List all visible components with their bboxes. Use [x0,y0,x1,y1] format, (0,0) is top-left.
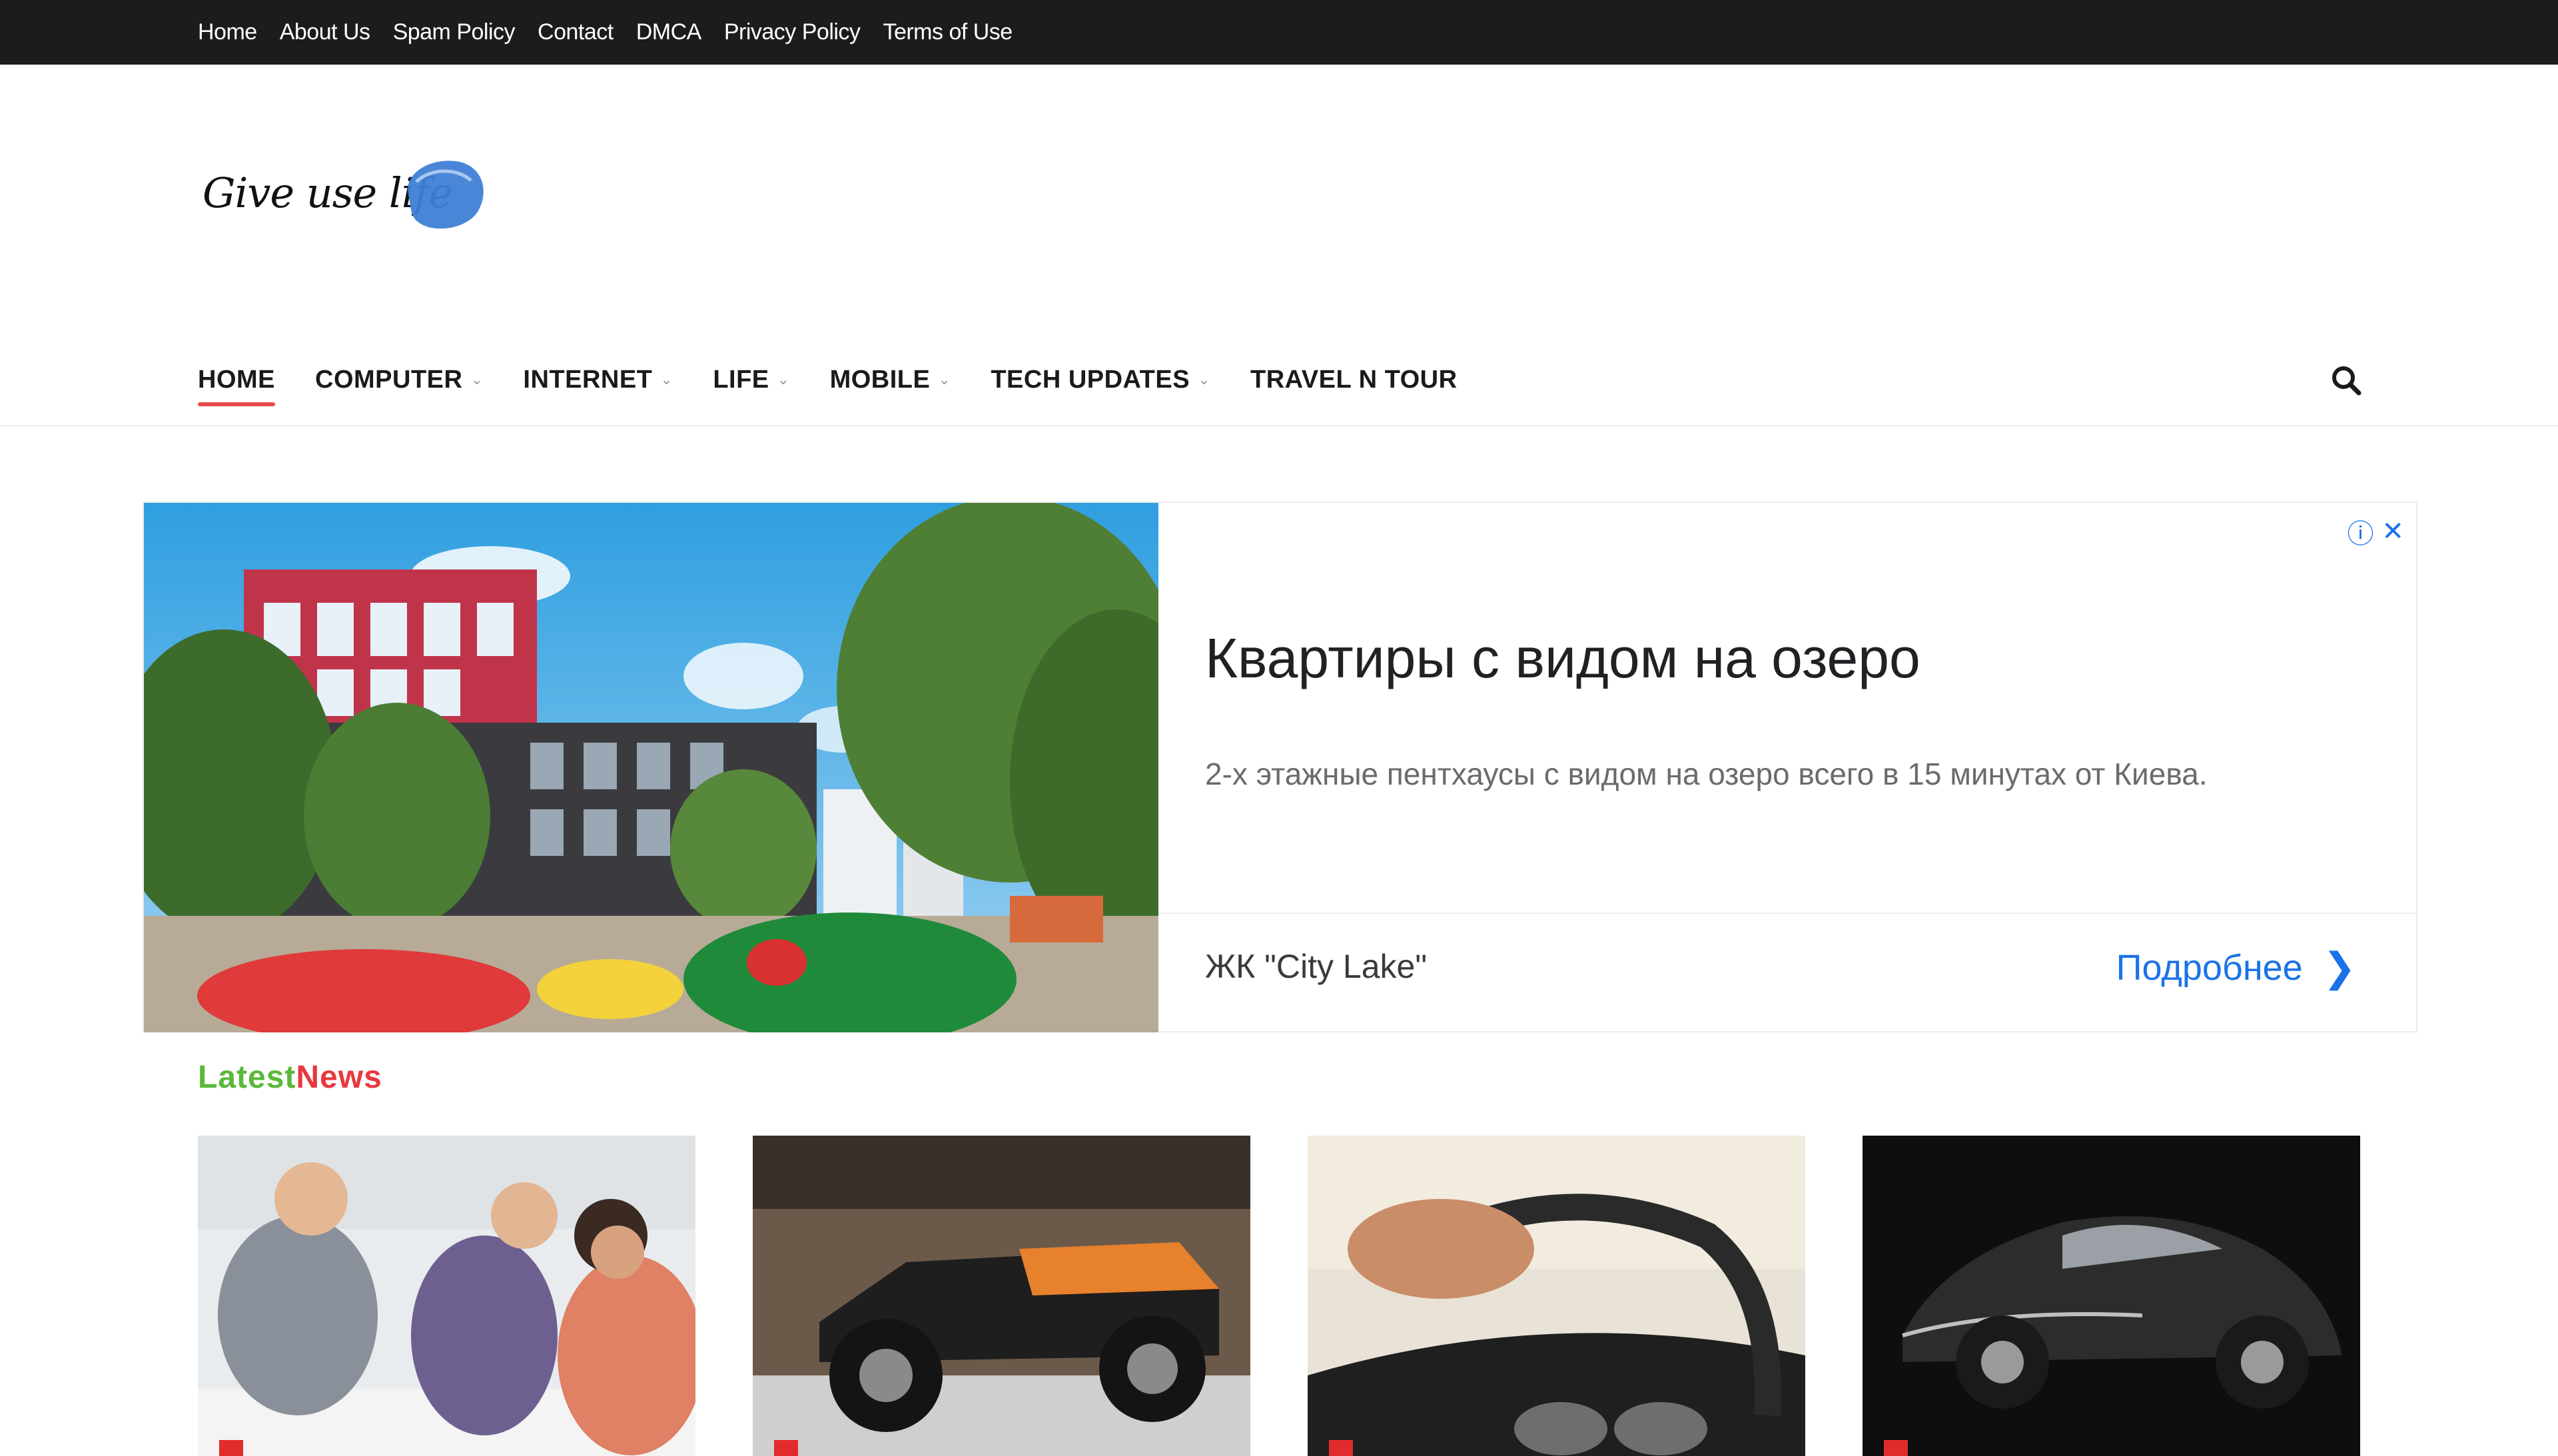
search-icon[interactable] [2328,362,2365,400]
ad-description: 2-х этажные пентхаусы с видом на озеро в… [1205,757,2208,791]
advertisement[interactable]: ⓘ ✕ Квартиры с видом на озеро 2-х этажны… [143,502,2417,1032]
top-link-about[interactable]: About Us [280,19,370,45]
news-card[interactable] [198,1136,695,1456]
nav-item-life[interactable]: LIFE ⌄ [713,366,789,394]
news-card-image[interactable] [753,1136,1250,1456]
nav-label: TRAVEL N TOUR [1250,365,1458,394]
nav-item-home[interactable]: HOME [198,365,275,406]
top-links: Home About Us Spam Policy Contact DMCA P… [198,0,1035,65]
logo-blob-icon [408,161,484,229]
chevron-down-icon: ⌄ [1198,371,1211,388]
news-cards [198,1136,2363,1456]
nav-label: INTERNET [523,365,653,394]
chevron-right-icon: ❯ [2322,945,2356,990]
news-card-image[interactable] [198,1136,695,1456]
top-link-home[interactable]: Home [198,19,257,45]
nav-label: TECH UPDATES [991,365,1190,394]
nav-item-mobile[interactable]: MOBILE ⌄ [830,366,951,394]
category-tag[interactable] [1329,1440,1353,1456]
ad-info-icon[interactable]: ⓘ [2347,512,2373,551]
nav-item-computer[interactable]: COMPUTER ⌄ [315,366,483,394]
category-tag[interactable] [219,1440,243,1456]
heading-part-news: News [296,1060,382,1095]
ad-advertiser: ЖК "City Lake" [1205,948,1428,985]
nav-item-tech-updates[interactable]: TECH UPDATES ⌄ [991,366,1210,394]
nav-item-internet[interactable]: INTERNET ⌄ [523,366,673,394]
chevron-down-icon: ⌄ [777,371,790,388]
ad-cta-label: Подробнее [2116,948,2303,988]
nav-items: HOME COMPUTER ⌄ INTERNET ⌄ LIFE ⌄ MOBILE ⌄ T… [198,346,1497,413]
category-tag[interactable] [774,1440,798,1456]
nav-label: LIFE [713,365,769,394]
news-card[interactable] [1863,1136,2360,1456]
top-link-dmca[interactable]: DMCA [636,19,702,45]
nav-item-travel-n-tour[interactable]: TRAVEL N TOUR [1250,366,1458,394]
ad-image[interactable] [144,503,1158,1032]
main-nav: HOME COMPUTER ⌄ INTERNET ⌄ LIFE ⌄ MOBILE ⌄ T… [0,346,2558,426]
ad-title[interactable]: Квартиры с видом на озеро [1205,626,1920,691]
top-bar: Home About Us Spam Policy Contact DMCA P… [0,0,2558,65]
top-link-spam-policy[interactable]: Spam Policy [393,19,516,45]
heading-part-latest: Latest [198,1060,296,1095]
ad-text-panel: ⓘ ✕ Квартиры с видом на озеро 2-х этажны… [1158,503,2416,1032]
top-link-contact[interactable]: Contact [538,19,614,45]
category-tag[interactable] [1884,1440,1908,1456]
close-icon[interactable]: ✕ [2381,516,2404,547]
nav-label: COMPUTER [315,365,463,394]
top-link-privacy[interactable]: Privacy Policy [724,19,861,45]
chevron-down-icon: ⌄ [660,371,673,388]
news-card[interactable] [1308,1136,1805,1456]
news-card-image[interactable] [1863,1136,2360,1456]
ad-cta-button[interactable]: Подробнее ❯ [2116,944,2356,991]
news-card[interactable] [753,1136,1250,1456]
ad-footer: ЖК "City Lake" Подробнее ❯ [1158,912,2416,1032]
top-link-terms[interactable]: Terms of Use [883,19,1013,45]
site-logo[interactable]: Give use life [200,150,493,243]
news-card-image[interactable] [1308,1136,1805,1456]
latest-news-heading: LatestNews [198,1059,382,1096]
nav-label: HOME [198,365,275,394]
chevron-down-icon: ⌄ [470,371,484,388]
ad-controls: ⓘ ✕ [2339,512,2404,551]
chevron-down-icon: ⌄ [938,371,951,388]
nav-label: MOBILE [829,365,931,394]
